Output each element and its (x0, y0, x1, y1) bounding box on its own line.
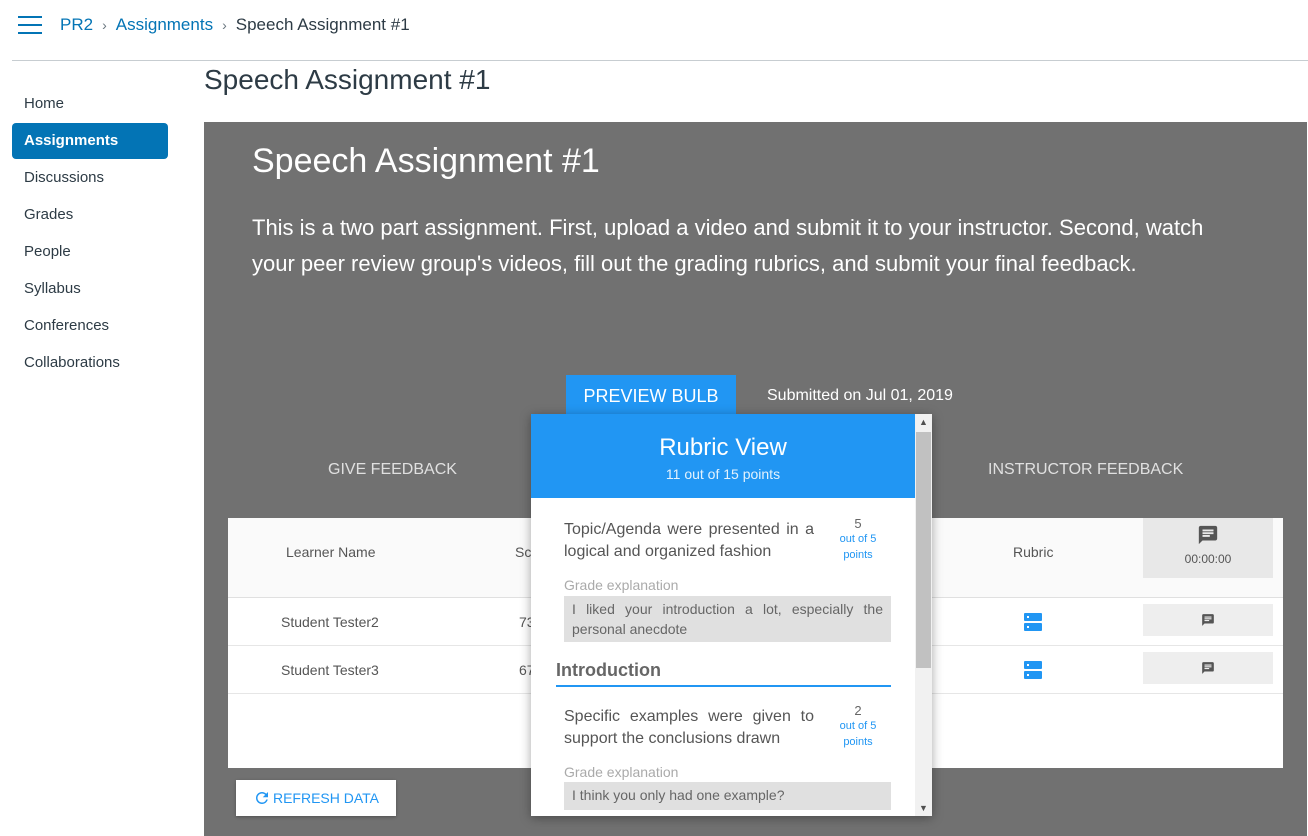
chevron-right-icon: › (222, 17, 227, 33)
comment-button[interactable] (1143, 604, 1273, 636)
rubric-header: Rubric View 11 out of 15 points (531, 414, 915, 498)
rubric-title: Rubric View (659, 434, 787, 461)
grade-explanation-label: Grade explanation (564, 764, 679, 780)
sidebar-item-syllabus[interactable]: Syllabus (12, 271, 168, 307)
popup-scrollbar[interactable]: ▲ ▼ (915, 414, 932, 816)
scrollbar-thumb[interactable] (916, 432, 931, 668)
chevron-right-icon: › (102, 17, 107, 33)
rubric-view-popup: Rubric View 11 out of 15 points Topic/Ag… (531, 414, 932, 816)
comment-icon (1197, 524, 1219, 551)
menu-icon[interactable] (18, 16, 42, 36)
learner-name: Student Tester2 (281, 614, 379, 630)
breadcrumb: PR2 › Assignments › Speech Assignment #1 (60, 15, 410, 35)
criterion-score: 2 out of 5 points (823, 703, 893, 750)
top-bar: PR2 › Assignments › Speech Assignment #1 (0, 0, 1308, 52)
criterion-score: 5 out of 5 points (823, 516, 893, 563)
sidebar-item-collaborations[interactable]: Collaborations (12, 345, 168, 381)
course-nav: Home Assignments Discussions Grades Peop… (12, 86, 168, 382)
page-title: Speech Assignment #1 (204, 64, 491, 95)
breadcrumb-course-link[interactable]: PR2 (60, 15, 93, 35)
sidebar-item-discussions[interactable]: Discussions (12, 160, 168, 196)
refresh-label: REFRESH DATA (272, 790, 380, 806)
refresh-icon (255, 792, 268, 804)
scroll-down-icon[interactable]: ▼ (915, 800, 932, 816)
assignment-title: Speech Assignment #1 (252, 142, 600, 180)
sidebar-item-conferences[interactable]: Conferences (12, 308, 168, 344)
rubric-icon[interactable] (1024, 613, 1042, 636)
sidebar-item-grades[interactable]: Grades (12, 197, 168, 233)
grade-explanation-label: Grade explanation (564, 577, 679, 593)
breadcrumb-assignments-link[interactable]: Assignments (116, 15, 213, 35)
tab-give-feedback[interactable]: GIVE FEEDBACK (328, 461, 457, 479)
video-comments-header[interactable]: 00:00:00 (1143, 518, 1273, 578)
criterion-text: Topic/Agenda were presented in a logical… (564, 521, 814, 560)
video-timestamp: 00:00:00 (1184, 552, 1232, 566)
rubric-icon[interactable] (1024, 661, 1042, 684)
column-learner-name: Learner Name (286, 544, 376, 560)
rubric-total-points: 11 out of 15 points (665, 466, 781, 482)
score-out-of: out of 5 (839, 533, 877, 545)
tab-instructor-feedback[interactable]: INSTRUCTOR FEEDBACK (988, 461, 1183, 479)
comment-button[interactable] (1143, 652, 1273, 684)
header-divider (12, 60, 1308, 61)
score-value: 5 (854, 516, 862, 531)
sidebar-item-assignments[interactable]: Assignments (12, 123, 168, 159)
sidebar-item-people[interactable]: People (12, 234, 168, 270)
column-score: Sc (515, 544, 532, 560)
refresh-data-button[interactable]: REFRESH DATA (236, 780, 396, 816)
comment-icon (1202, 614, 1214, 626)
score-unit: points (843, 736, 873, 748)
score-value: 2 (854, 703, 862, 718)
score-unit: points (843, 549, 873, 561)
submitted-status: Submitted on Jul 01, 2019 (767, 387, 953, 404)
assignment-description: This is a two part assignment. First, up… (252, 215, 1204, 276)
sidebar-item-home[interactable]: Home (12, 86, 168, 122)
grade-explanation-text: I liked your introduction a lot, especia… (564, 596, 891, 642)
learner-name: Student Tester3 (281, 662, 379, 678)
section-introduction: Introduction (556, 660, 891, 687)
comment-icon (1202, 662, 1214, 674)
column-rubric: Rubric (1013, 544, 1054, 560)
breadcrumb-current: Speech Assignment #1 (235, 15, 410, 34)
criterion-text: Specific examples were given to support … (564, 708, 814, 747)
grade-explanation-text: I think you only had one example? (564, 782, 891, 810)
scroll-up-icon[interactable]: ▲ (915, 414, 932, 430)
score-out-of: out of 5 (839, 720, 877, 732)
preview-bulb-button[interactable]: PREVIEW BULB (566, 375, 736, 417)
